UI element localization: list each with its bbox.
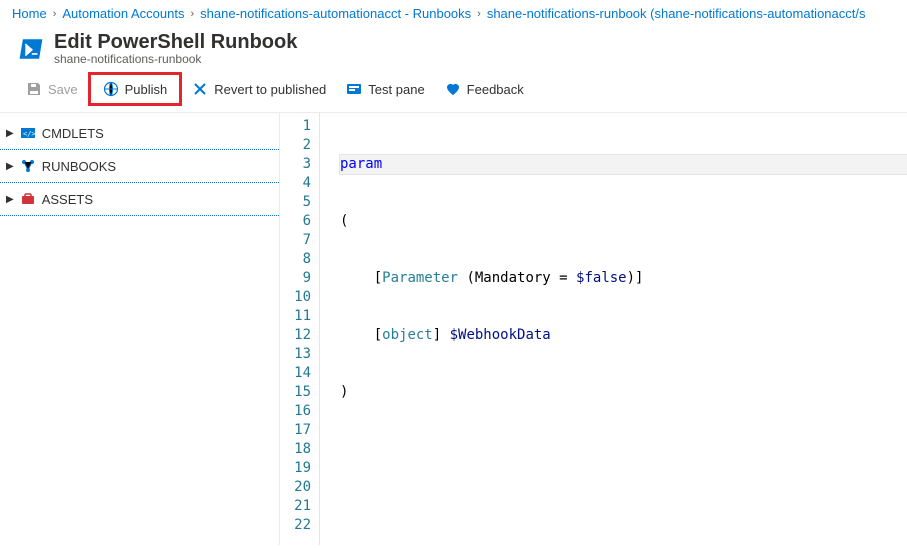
- line-number: 15: [280, 383, 311, 402]
- line-number: 7: [280, 231, 311, 250]
- code-line: (: [340, 212, 907, 231]
- caret-right-icon: ▶: [6, 161, 14, 172]
- main-content: ▶ </> CMDLETS ▶ RUNBOOKS ▶ ASSETS 123456…: [0, 113, 907, 545]
- powershell-icon: [18, 36, 44, 62]
- line-number: 3: [280, 155, 311, 174]
- caret-right-icon: ▶: [6, 128, 14, 139]
- resource-tree: ▶ </> CMDLETS ▶ RUNBOOKS ▶ ASSETS: [0, 113, 280, 545]
- tree-item-runbooks[interactable]: ▶ RUNBOOKS: [0, 150, 279, 183]
- breadcrumb: Home › Automation Accounts › shane-notif…: [0, 0, 907, 27]
- test-pane-label: Test pane: [368, 82, 424, 97]
- toolbar: Save Publish Revert to published Test pa…: [0, 68, 907, 113]
- tree-item-label: RUNBOOKS: [42, 159, 116, 174]
- revert-label: Revert to published: [214, 82, 326, 97]
- close-icon: [192, 81, 208, 97]
- chevron-right-icon: ›: [191, 8, 195, 20]
- tree-item-cmdlets[interactable]: ▶ </> CMDLETS: [0, 117, 279, 150]
- code-line: [Parameter (Mandatory = $false)]: [340, 269, 907, 288]
- line-number: 13: [280, 345, 311, 364]
- save-label: Save: [48, 82, 78, 97]
- line-number: 8: [280, 250, 311, 269]
- line-number: 22: [280, 516, 311, 535]
- line-number: 11: [280, 307, 311, 326]
- runbooks-icon: [20, 158, 36, 174]
- tree-item-assets[interactable]: ▶ ASSETS: [0, 183, 279, 216]
- chevron-right-icon: ›: [477, 8, 481, 20]
- line-number-gutter: 12345678910111213141516171819202122: [280, 113, 320, 545]
- save-button[interactable]: Save: [16, 75, 88, 103]
- line-number: 14: [280, 364, 311, 383]
- line-number: 16: [280, 402, 311, 421]
- code-line: [340, 440, 907, 459]
- publish-button[interactable]: Publish: [93, 75, 178, 103]
- page-title: Edit PowerShell Runbook: [54, 31, 297, 54]
- test-pane-icon: [346, 81, 362, 97]
- code-line: ): [340, 383, 907, 402]
- svg-text:</>: </>: [23, 130, 36, 138]
- revert-button[interactable]: Revert to published: [182, 75, 336, 103]
- line-number: 6: [280, 212, 311, 231]
- page-subtitle: shane-notifications-runbook: [54, 52, 297, 66]
- publish-label: Publish: [125, 82, 168, 97]
- line-number: 12: [280, 326, 311, 345]
- code-content[interactable]: param ( [Parameter (Mandatory = $false)]…: [320, 113, 907, 545]
- tree-item-label: ASSETS: [42, 192, 93, 207]
- tree-item-label: CMDLETS: [42, 126, 104, 141]
- page-header: Edit PowerShell Runbook shane-notificati…: [0, 27, 907, 68]
- line-number: 5: [280, 193, 311, 212]
- chevron-right-icon: ›: [53, 8, 57, 20]
- cmdlets-icon: </>: [20, 125, 36, 141]
- line-number: 20: [280, 478, 311, 497]
- line-number: 18: [280, 440, 311, 459]
- line-number: 4: [280, 174, 311, 193]
- line-number: 2: [280, 136, 311, 155]
- line-number: 1: [280, 117, 311, 136]
- breadcrumb-account-runbooks[interactable]: shane-notifications-automationacct - Run…: [200, 6, 471, 21]
- save-icon: [26, 81, 42, 97]
- line-number: 9: [280, 269, 311, 288]
- test-pane-button[interactable]: Test pane: [336, 75, 434, 103]
- line-number: 19: [280, 459, 311, 478]
- heart-icon: [445, 81, 461, 97]
- line-number: 21: [280, 497, 311, 516]
- line-number: 17: [280, 421, 311, 440]
- line-number: 10: [280, 288, 311, 307]
- feedback-label: Feedback: [467, 82, 524, 97]
- publish-highlight: Publish: [88, 72, 183, 106]
- breadcrumb-automation-accounts[interactable]: Automation Accounts: [62, 6, 184, 21]
- feedback-button[interactable]: Feedback: [435, 75, 534, 103]
- caret-right-icon: ▶: [6, 194, 14, 205]
- briefcase-icon: [20, 191, 36, 207]
- breadcrumb-home[interactable]: Home: [12, 6, 47, 21]
- breadcrumb-runbook[interactable]: shane-notifications-runbook (shane-notif…: [487, 6, 866, 21]
- code-editor[interactable]: 12345678910111213141516171819202122 para…: [280, 113, 907, 545]
- code-line: param: [340, 155, 907, 174]
- globe-upload-icon: [103, 81, 119, 97]
- code-line: [object] $WebhookData: [340, 326, 907, 345]
- code-line: [340, 497, 907, 516]
